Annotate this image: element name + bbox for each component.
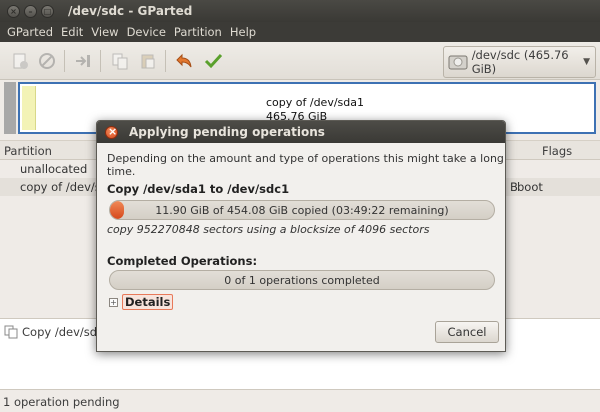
minimize-window-button[interactable]: – (24, 5, 37, 18)
completed-progress-text: 0 of 1 operations completed (224, 274, 380, 287)
resize-move-icon (76, 55, 90, 67)
menu-edit[interactable]: Edit (57, 25, 87, 39)
delete-button[interactable] (36, 50, 58, 72)
menu-partition[interactable]: Partition (170, 25, 226, 39)
menu-device[interactable]: Device (123, 25, 170, 39)
disk-icon (448, 55, 468, 70)
device-selector[interactable]: /dev/sdc (465.76 GiB) ▼ (443, 46, 596, 78)
toolbar-separator (100, 50, 101, 72)
column-header-partition[interactable]: Partition (4, 144, 52, 158)
window-controls: × – □ (7, 5, 54, 18)
menubar: GParted Edit View Device Partition Help (0, 22, 600, 42)
toolbar-separator (64, 50, 65, 72)
close-icon[interactable] (105, 125, 118, 139)
device-label: /dev/sdc (465.76 GiB) (471, 48, 569, 76)
paste-icon (141, 54, 155, 69)
row-flags: boot (517, 180, 543, 194)
apply-operations-dialog: Applying pending operations Depending on… (96, 120, 506, 352)
menu-view[interactable]: View (87, 25, 122, 39)
operation-detail: copy 952270848 sectors using a blocksize… (107, 223, 430, 236)
apply-button[interactable] (203, 50, 225, 72)
operation-title: Copy /dev/sda1 to /dev/sdc1 (107, 182, 290, 196)
delete-icon (39, 53, 55, 69)
copy-icon (112, 53, 128, 70)
dialog-titlebar: Applying pending operations (97, 121, 505, 143)
menu-help[interactable]: Help (226, 25, 260, 39)
completed-operations-label: Completed Operations: (107, 254, 258, 268)
partition-graph-edge (4, 82, 16, 134)
partition-graph-name: copy of /dev/sda1 (266, 96, 364, 109)
status-text: 1 operation pending (3, 395, 120, 409)
close-window-button[interactable]: × (7, 5, 20, 18)
expand-plus-icon: + (109, 297, 118, 307)
cancel-button[interactable]: Cancel (435, 321, 499, 343)
toolbar: /dev/sdc (465.76 GiB) ▼ (0, 42, 600, 80)
completed-progress-bar: 0 of 1 operations completed (109, 270, 495, 290)
statusbar: 1 operation pending (0, 392, 600, 412)
dialog-title: Applying pending operations (129, 125, 325, 139)
maximize-window-button[interactable]: □ (41, 5, 54, 18)
resize-move-button[interactable] (72, 50, 94, 72)
paste-button[interactable] (137, 50, 159, 72)
undo-icon (176, 53, 192, 68)
partition-usage-strip (22, 86, 36, 130)
chevron-down-icon: ▼ (583, 57, 590, 67)
operation-progress-bar: 11.90 GiB of 454.08 GiB copied (03:49:22… (109, 200, 495, 220)
menu-gparted[interactable]: GParted (3, 25, 57, 39)
row-partition: unallocated (20, 162, 88, 176)
column-header-flags[interactable]: Flags (542, 144, 572, 158)
window-titlebar: × – □ /dev/sdc - GParted (0, 0, 600, 22)
dialog-description: Depending on the amount and type of oper… (107, 152, 504, 178)
toolbar-separator (165, 50, 166, 72)
apply-icon (204, 53, 223, 69)
row-partition: copy of /dev/sd (20, 180, 109, 194)
copy-button[interactable] (109, 50, 131, 72)
new-partition-button[interactable] (9, 50, 31, 72)
details-label: Details (122, 294, 174, 310)
operation-progress-text: 11.90 GiB of 454.08 GiB copied (03:49:22… (155, 204, 449, 217)
details-expander[interactable]: + Details (109, 294, 174, 310)
new-partition-icon (13, 53, 28, 69)
window-title: /dev/sdc - GParted (68, 4, 193, 18)
undo-button[interactable] (174, 50, 196, 72)
copy-icon (4, 325, 18, 339)
